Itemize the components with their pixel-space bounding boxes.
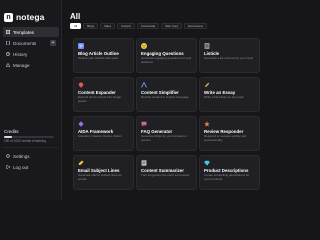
template-card-desc: Create compelling descriptions for your …: [204, 173, 250, 181]
logout-icon: [6, 165, 10, 169]
email-icon: [78, 160, 84, 165]
sidebar-item-label: Documents: [13, 40, 37, 46]
app-logo[interactable]: n notega: [4, 11, 44, 23]
sidebar-item-label: Settings: [13, 153, 30, 159]
tab-web-copy[interactable]: Web Copy: [161, 23, 183, 29]
sidebar-item-manage[interactable]: Manage: [3, 60, 59, 70]
gear-icon: [6, 154, 10, 158]
sidebar-item-label: Log out: [13, 164, 29, 170]
faq-icon: [141, 121, 147, 127]
template-card-desc: Generate engaging questions for your aud…: [141, 56, 192, 64]
document-icon: [6, 41, 10, 45]
summary-icon: [141, 160, 147, 166]
sidebar-item-documents[interactable]: Documents +: [3, 38, 59, 48]
sidebar: n notega Templates Documents + History M…: [0, 0, 62, 200]
template-card-aida-framework[interactable]: AIDA Framework Attention, Interest, Desi…: [73, 116, 134, 151]
template-card-desc: Rewrite content in simpler language: [141, 95, 189, 99]
manage-icon: [6, 63, 10, 67]
template-card-email-subject-lines[interactable]: Email Subject Lines Generate catchy subj…: [73, 155, 134, 190]
credits-progress-bar: [4, 136, 54, 138]
credits-remaining: 150 of 1000 credits remaining: [4, 139, 46, 143]
template-card-faq-generator[interactable]: FAQ Generator Generate FAQs for your pro…: [136, 116, 197, 151]
sidebar-item-label: Manage: [13, 62, 30, 68]
expand-icon: [78, 82, 84, 88]
template-card-product-descriptions[interactable]: Product Descriptions Create compelling d…: [199, 155, 260, 190]
tab-ecommerce[interactable]: Ecommerce: [184, 23, 208, 29]
template-card-content-simplifier[interactable]: Content Simplifier Rewrite content in si…: [136, 77, 197, 112]
template-card-content-expander[interactable]: Content Expander Expand short content in…: [73, 77, 134, 112]
template-icon: [6, 30, 10, 34]
add-document-button[interactable]: +: [50, 40, 56, 46]
outline-icon: [78, 43, 84, 49]
template-card-write-an-essay[interactable]: Write an Essay Write a full essay on any…: [199, 77, 260, 112]
tab-commands[interactable]: Commands: [136, 23, 160, 29]
aida-icon: [78, 121, 84, 127]
logo-mark: n: [4, 12, 13, 22]
history-icon: [6, 52, 10, 56]
credits-title: Credits: [4, 129, 19, 134]
pencil-icon: [205, 82, 210, 87]
template-card-content-summarizer[interactable]: Content Summarizer Turn long texts into …: [136, 155, 197, 190]
page-title: All: [70, 12, 81, 21]
category-tabs: All Blogs Sales Content Commands Web Cop…: [70, 23, 208, 29]
tab-all[interactable]: All: [70, 23, 82, 29]
template-card-desc: Respond to reviews quickly and professio…: [204, 134, 247, 142]
sidebar-divider: [3, 147, 59, 148]
template-card-desc: Outline your articles with ease: [78, 56, 119, 60]
template-card-desc: Expand short content into longer pieces: [78, 95, 122, 103]
template-card-desc: Attention, Interest, Desire, Action: [78, 134, 122, 138]
sidebar-item-logout[interactable]: Log out: [3, 162, 59, 172]
template-card-desc: Turn long texts into short summaries: [141, 173, 190, 177]
tab-blogs[interactable]: Blogs: [83, 23, 99, 29]
template-card-review-responder[interactable]: Review Responder Respond to reviews quic…: [199, 116, 260, 151]
tab-content[interactable]: Content: [117, 23, 135, 29]
template-card-engaging-questions[interactable]: Engaging Questions Generate engaging que…: [136, 38, 197, 73]
tab-sales[interactable]: Sales: [100, 23, 116, 29]
template-card-listicle[interactable]: Listicle Generate a list of items for yo…: [199, 38, 260, 73]
question-icon: [141, 43, 147, 49]
review-icon: [204, 121, 210, 127]
simplify-icon: [141, 82, 147, 88]
credits-progress-fill: [4, 136, 12, 138]
sidebar-item-label: History: [13, 51, 28, 57]
app-name: notega: [16, 12, 45, 22]
template-card-desc: Write a full essay on any topic: [204, 95, 244, 99]
template-card-blog-article-outline[interactable]: Blog Article Outline Outline your articl…: [73, 38, 134, 73]
template-card-desc: Generate FAQs for your product or servic…: [141, 134, 188, 142]
diamond-icon: [204, 160, 210, 166]
sidebar-item-label: Templates: [13, 29, 34, 35]
sidebar-item-settings[interactable]: Settings: [3, 151, 59, 161]
sidebar-item-templates[interactable]: Templates: [3, 27, 59, 37]
list-icon: [204, 43, 210, 49]
template-card-desc: Generate catchy subject lines for emails: [78, 173, 122, 181]
sidebar-item-history[interactable]: History: [3, 49, 59, 59]
template-card-desc: Generate a list of items for your topic: [204, 56, 254, 60]
